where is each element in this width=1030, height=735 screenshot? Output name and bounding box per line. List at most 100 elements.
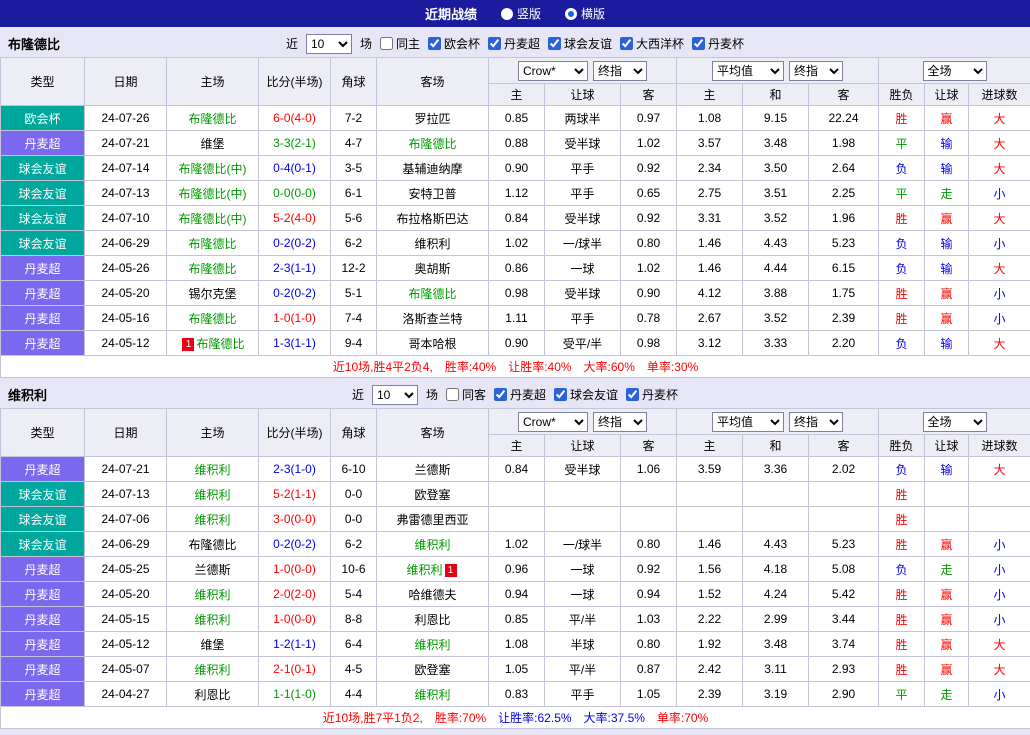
- away-team-name[interactable]: 弗雷德里西亚: [396, 513, 468, 527]
- away-team-name[interactable]: 布隆德比: [408, 137, 456, 151]
- away-team-name[interactable]: 维积利: [414, 538, 450, 552]
- home-team-name[interactable]: 布隆德比: [188, 237, 236, 251]
- away-team-name[interactable]: 维积利: [406, 563, 442, 577]
- home-team-name[interactable]: 利恩比: [194, 688, 230, 702]
- away-team-name[interactable]: 洛斯查兰特: [402, 312, 462, 326]
- sub-column-header: 客: [619, 83, 678, 106]
- competition-checkbox[interactable]: [626, 388, 640, 401]
- competition-filter[interactable]: 欧会杯: [427, 35, 480, 52]
- layout-option-horizontal[interactable]: 横版: [565, 5, 605, 22]
- away-team-name[interactable]: 维积利: [414, 688, 450, 702]
- away-team-name[interactable]: 奥胡斯: [414, 262, 450, 276]
- vertical-radio[interactable]: [500, 7, 513, 20]
- same-venue-filter[interactable]: 同客: [445, 386, 486, 403]
- competition-filter[interactable]: 丹麦杯: [626, 386, 678, 403]
- avg-draw: 3.88: [742, 280, 810, 306]
- competition-label: 欧会杯: [443, 37, 480, 51]
- match-row: 丹麦超 24-05-07 维积利 2-1(0-1) 4-5 欧登塞 1.05 平/半 0.87 2…: [0, 656, 1030, 682]
- competition-filter[interactable]: 丹麦超: [494, 386, 546, 403]
- home-team-name[interactable]: 维堡: [200, 137, 224, 151]
- home-team-name[interactable]: 维积利: [194, 488, 230, 502]
- league-badge: 丹麦超: [0, 130, 85, 156]
- avg-away: 3.74: [808, 631, 880, 657]
- odds-home: [488, 506, 545, 532]
- scope-select[interactable]: 全场: [922, 411, 987, 432]
- home-team-name[interactable]: 维积利: [194, 588, 230, 602]
- home-team-name[interactable]: 布隆德比(中): [179, 187, 247, 201]
- away-team-name[interactable]: 维积利: [414, 638, 450, 652]
- home-team-name[interactable]: 维堡: [200, 638, 224, 652]
- avg-stage-select[interactable]: 终指: [789, 411, 844, 432]
- competition-checkbox[interactable]: [554, 388, 568, 401]
- recent-count-select[interactable]: 10: [371, 384, 418, 405]
- competition-filter[interactable]: 大西洋杯: [620, 35, 684, 52]
- league-badge: 球会友谊: [0, 481, 85, 507]
- home-team-name[interactable]: 兰德斯: [194, 563, 230, 577]
- away-team-name[interactable]: 利恩比: [414, 613, 450, 627]
- home-team-name[interactable]: 布隆德比(中): [179, 212, 247, 226]
- away-team-name[interactable]: 哥本哈根: [408, 337, 456, 351]
- result-outcome: 胜: [878, 280, 926, 306]
- away-team-cell: 欧登塞: [376, 656, 489, 682]
- same-venue-checkbox[interactable]: [379, 37, 393, 50]
- score-cell: 0-2(0-2): [258, 280, 331, 306]
- competition-label: 球会友谊: [564, 37, 613, 51]
- score-cell: 1-3(1-1): [258, 330, 331, 356]
- away-team-name[interactable]: 布隆德比: [408, 287, 456, 301]
- layout-option-vertical[interactable]: 竖版: [500, 5, 541, 22]
- same-venue-filter[interactable]: 同主: [379, 35, 420, 52]
- odds-stage-select[interactable]: 终指: [593, 411, 647, 432]
- away-team-name[interactable]: 兰德斯: [414, 463, 450, 477]
- team-section: 维积利近 10 场同客 丹麦超 球会友谊 丹麦杯 类型 日期 主场 比分(半场) 角球 客场 Crow*…: [0, 381, 1030, 729]
- corner-score: 0-0: [330, 481, 377, 507]
- avg-stage-select[interactable]: 终指: [789, 60, 844, 81]
- away-team-name[interactable]: 基辅迪纳摩: [402, 162, 462, 176]
- competition-filter[interactable]: 丹麦杯: [692, 35, 744, 52]
- home-team-name[interactable]: 维积利: [194, 463, 230, 477]
- away-team-name[interactable]: 欧登塞: [414, 488, 450, 502]
- same-venue-checkbox[interactable]: [445, 388, 459, 401]
- away-team-name[interactable]: 欧登塞: [414, 663, 450, 677]
- home-team-name[interactable]: 锡尔克堡: [188, 287, 236, 301]
- home-team-name[interactable]: 布隆德比: [196, 337, 244, 351]
- sub-column-header: 胜负: [878, 83, 926, 106]
- match-row: 丹麦超 24-05-25 兰德斯 1-0(0-0) 10-6 维积利 1 0.96 一球 0.92…: [0, 556, 1030, 582]
- home-team-name[interactable]: 布隆德比: [188, 262, 236, 276]
- home-team-name[interactable]: 维积利: [194, 513, 230, 527]
- away-team-name[interactable]: 安特卫普: [408, 187, 456, 201]
- competition-checkbox[interactable]: [620, 37, 634, 50]
- away-team-name[interactable]: 哈维德夫: [408, 588, 456, 602]
- bookmaker-select[interactable]: Crow*: [518, 60, 588, 81]
- bookmaker-select[interactable]: Crow*: [518, 411, 588, 432]
- average-select[interactable]: 平均值: [712, 411, 785, 432]
- competition-filter[interactable]: 丹麦超: [488, 35, 540, 52]
- result-outcome: 胜: [878, 506, 926, 532]
- home-team-name[interactable]: 维积利: [194, 613, 230, 627]
- home-team-name[interactable]: 布隆德比: [188, 312, 236, 326]
- average-select[interactable]: 平均值: [712, 60, 785, 81]
- home-team-name[interactable]: 布隆德比: [188, 538, 236, 552]
- scope-select[interactable]: 全场: [922, 60, 987, 81]
- away-team-cell: 安特卫普: [376, 180, 489, 206]
- competition-checkbox[interactable]: [548, 37, 562, 50]
- avg-away: 1.96: [808, 205, 880, 231]
- competition-filter[interactable]: 球会友谊: [548, 35, 612, 52]
- competition-filter[interactable]: 球会友谊: [554, 386, 618, 403]
- recent-count-select[interactable]: 10: [305, 33, 352, 54]
- horizontal-radio[interactable]: [565, 7, 577, 20]
- result-outcome: 负: [878, 155, 926, 181]
- score-cell: 0-0(0-0): [258, 180, 331, 206]
- competition-checkbox[interactable]: [494, 388, 507, 401]
- odds-stage-select[interactable]: 终指: [593, 60, 647, 81]
- competition-checkbox[interactable]: [488, 37, 501, 50]
- competition-checkbox[interactable]: [692, 37, 706, 50]
- match-row: 丹麦超 24-07-21 维堡 3-3(2-1) 4-7 布隆德比 0.88 受半球 1.02 3…: [0, 130, 1030, 156]
- away-team-name[interactable]: 维积利: [414, 237, 450, 251]
- away-team-name[interactable]: 罗拉匹: [414, 112, 450, 126]
- home-team-name[interactable]: 布隆德比: [188, 112, 236, 126]
- home-team-name[interactable]: 维积利: [194, 663, 230, 677]
- competition-checkbox[interactable]: [427, 37, 441, 50]
- home-team-name[interactable]: 布隆德比(中): [179, 162, 247, 176]
- result-goals: 小: [968, 681, 1030, 707]
- away-team-name[interactable]: 布拉格斯巴达: [396, 212, 468, 226]
